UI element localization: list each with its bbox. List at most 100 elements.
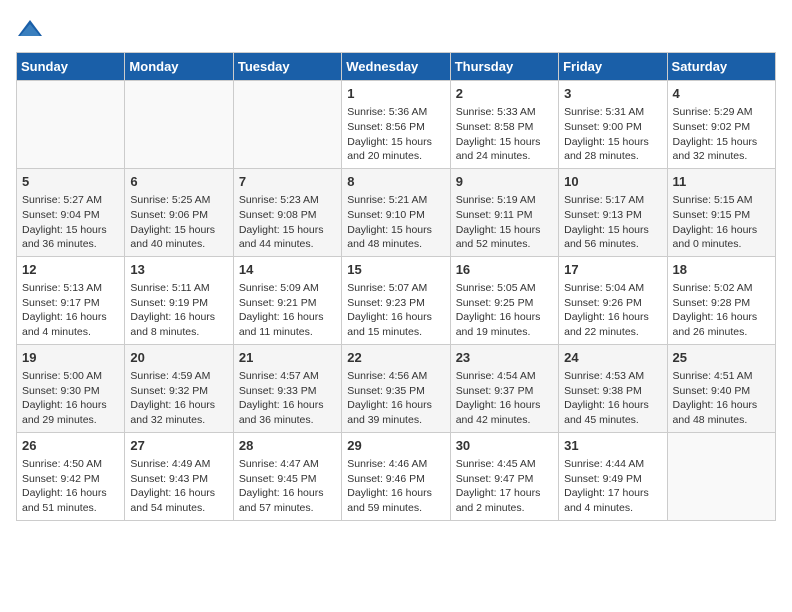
calendar-cell: 24 Sunrise: 4:53 AM Sunset: 9:38 PM Dayli… [559, 344, 667, 432]
calendar-cell: 13 Sunrise: 5:11 AM Sunset: 9:19 PM Dayli… [125, 256, 233, 344]
day-info: Sunrise: 5:04 AM Sunset: 9:26 PM Dayligh… [564, 281, 661, 340]
day-number: 16 [456, 261, 553, 279]
day-number: 18 [673, 261, 770, 279]
header-cell-tuesday: Tuesday [233, 53, 341, 81]
day-info: Sunrise: 4:50 AM Sunset: 9:42 PM Dayligh… [22, 457, 119, 516]
calendar-table: SundayMondayTuesdayWednesdayThursdayFrid… [16, 52, 776, 521]
calendar-cell: 10 Sunrise: 5:17 AM Sunset: 9:13 PM Dayli… [559, 168, 667, 256]
day-info: Sunrise: 5:09 AM Sunset: 9:21 PM Dayligh… [239, 281, 336, 340]
day-info: Sunrise: 5:21 AM Sunset: 9:10 PM Dayligh… [347, 193, 444, 252]
day-number: 22 [347, 349, 444, 367]
day-number: 9 [456, 173, 553, 191]
logo [16, 16, 48, 44]
day-number: 12 [22, 261, 119, 279]
day-info: Sunrise: 4:59 AM Sunset: 9:32 PM Dayligh… [130, 369, 227, 428]
week-row-3: 19 Sunrise: 5:00 AM Sunset: 9:30 PM Dayli… [17, 344, 776, 432]
day-info: Sunrise: 4:45 AM Sunset: 9:47 PM Dayligh… [456, 457, 553, 516]
calendar-cell: 23 Sunrise: 4:54 AM Sunset: 9:37 PM Dayli… [450, 344, 558, 432]
day-number: 8 [347, 173, 444, 191]
day-number: 24 [564, 349, 661, 367]
calendar-cell: 14 Sunrise: 5:09 AM Sunset: 9:21 PM Dayli… [233, 256, 341, 344]
day-number: 3 [564, 85, 661, 103]
day-info: Sunrise: 4:56 AM Sunset: 9:35 PM Dayligh… [347, 369, 444, 428]
day-info: Sunrise: 5:17 AM Sunset: 9:13 PM Dayligh… [564, 193, 661, 252]
day-info: Sunrise: 5:31 AM Sunset: 9:00 PM Dayligh… [564, 105, 661, 164]
calendar-cell: 25Sunrise: 4:51 AM Sunset: 9:40 PM Dayli… [667, 344, 775, 432]
calendar-cell: 30 Sunrise: 4:45 AM Sunset: 9:47 PM Dayli… [450, 432, 558, 520]
calendar-cell: 29Sunrise: 4:46 AM Sunset: 9:46 PM Dayli… [342, 432, 450, 520]
header-cell-sunday: Sunday [17, 53, 125, 81]
day-info: Sunrise: 5:07 AM Sunset: 9:23 PM Dayligh… [347, 281, 444, 340]
calendar-cell: 7Sunrise: 5:23 AM Sunset: 9:08 PM Daylig… [233, 168, 341, 256]
calendar-cell: 2Sunrise: 5:33 AM Sunset: 8:58 PM Daylig… [450, 81, 558, 169]
calendar-cell: 27Sunrise: 4:49 AM Sunset: 9:43 PM Dayli… [125, 432, 233, 520]
calendar-cell: 12 Sunrise: 5:13 AM Sunset: 9:17 PM Dayli… [17, 256, 125, 344]
day-info: Sunrise: 5:02 AM Sunset: 9:28 PM Dayligh… [673, 281, 770, 340]
day-number: 19 [22, 349, 119, 367]
page-header [16, 16, 776, 44]
calendar-cell: 1 Sunrise: 5:36 AM Sunset: 8:56 PM Daylig… [342, 81, 450, 169]
day-info: Sunrise: 4:57 AM Sunset: 9:33 PM Dayligh… [239, 369, 336, 428]
day-info: Sunrise: 4:51 AM Sunset: 9:40 PM Dayligh… [673, 369, 770, 428]
calendar-header: SundayMondayTuesdayWednesdayThursdayFrid… [17, 53, 776, 81]
day-number: 20 [130, 349, 227, 367]
header-row: SundayMondayTuesdayWednesdayThursdayFrid… [17, 53, 776, 81]
calendar-cell: 15 Sunrise: 5:07 AM Sunset: 9:23 PM Dayli… [342, 256, 450, 344]
day-number: 11 [673, 173, 770, 191]
calendar-cell: 9 Sunrise: 5:19 AM Sunset: 9:11 PM Daylig… [450, 168, 558, 256]
day-number: 4 [673, 85, 770, 103]
calendar-cell: 4 Sunrise: 5:29 AM Sunset: 9:02 PM Daylig… [667, 81, 775, 169]
day-number: 14 [239, 261, 336, 279]
calendar-cell: 28 Sunrise: 4:47 AM Sunset: 9:45 PM Dayli… [233, 432, 341, 520]
day-number: 6 [130, 173, 227, 191]
logo-icon [16, 16, 44, 44]
day-info: Sunrise: 5:27 AM Sunset: 9:04 PM Dayligh… [22, 193, 119, 252]
calendar-cell [667, 432, 775, 520]
week-row-0: 1 Sunrise: 5:36 AM Sunset: 8:56 PM Daylig… [17, 81, 776, 169]
week-row-1: 5Sunrise: 5:27 AM Sunset: 9:04 PM Daylig… [17, 168, 776, 256]
day-info: Sunrise: 5:19 AM Sunset: 9:11 PM Dayligh… [456, 193, 553, 252]
calendar-cell: 8 Sunrise: 5:21 AM Sunset: 9:10 PM Daylig… [342, 168, 450, 256]
calendar-cell: 17Sunrise: 5:04 AM Sunset: 9:26 PM Dayli… [559, 256, 667, 344]
day-info: Sunrise: 4:46 AM Sunset: 9:46 PM Dayligh… [347, 457, 444, 516]
day-info: Sunrise: 5:05 AM Sunset: 9:25 PM Dayligh… [456, 281, 553, 340]
day-number: 23 [456, 349, 553, 367]
day-number: 31 [564, 437, 661, 455]
day-info: Sunrise: 5:00 AM Sunset: 9:30 PM Dayligh… [22, 369, 119, 428]
day-info: Sunrise: 5:11 AM Sunset: 9:19 PM Dayligh… [130, 281, 227, 340]
week-row-2: 12 Sunrise: 5:13 AM Sunset: 9:17 PM Dayli… [17, 256, 776, 344]
calendar-cell [17, 81, 125, 169]
calendar-cell: 5Sunrise: 5:27 AM Sunset: 9:04 PM Daylig… [17, 168, 125, 256]
day-info: Sunrise: 4:49 AM Sunset: 9:43 PM Dayligh… [130, 457, 227, 516]
day-info: Sunrise: 5:13 AM Sunset: 9:17 PM Dayligh… [22, 281, 119, 340]
day-number: 30 [456, 437, 553, 455]
calendar-cell: 20 Sunrise: 4:59 AM Sunset: 9:32 PM Dayli… [125, 344, 233, 432]
calendar-cell: 26 Sunrise: 4:50 AM Sunset: 9:42 PM Dayli… [17, 432, 125, 520]
day-info: Sunrise: 4:54 AM Sunset: 9:37 PM Dayligh… [456, 369, 553, 428]
day-info: Sunrise: 4:44 AM Sunset: 9:49 PM Dayligh… [564, 457, 661, 516]
day-number: 21 [239, 349, 336, 367]
calendar-body: 1 Sunrise: 5:36 AM Sunset: 8:56 PM Daylig… [17, 81, 776, 521]
day-number: 26 [22, 437, 119, 455]
header-cell-friday: Friday [559, 53, 667, 81]
calendar-cell: 11 Sunrise: 5:15 AM Sunset: 9:15 PM Dayli… [667, 168, 775, 256]
calendar-cell: 3 Sunrise: 5:31 AM Sunset: 9:00 PM Daylig… [559, 81, 667, 169]
day-number: 1 [347, 85, 444, 103]
calendar-cell: 16 Sunrise: 5:05 AM Sunset: 9:25 PM Dayli… [450, 256, 558, 344]
day-info: Sunrise: 5:36 AM Sunset: 8:56 PM Dayligh… [347, 105, 444, 164]
day-number: 28 [239, 437, 336, 455]
header-cell-monday: Monday [125, 53, 233, 81]
calendar-cell: 31 Sunrise: 4:44 AM Sunset: 9:49 PM Dayli… [559, 432, 667, 520]
day-info: Sunrise: 4:47 AM Sunset: 9:45 PM Dayligh… [239, 457, 336, 516]
day-info: Sunrise: 5:33 AM Sunset: 8:58 PM Dayligh… [456, 105, 553, 164]
day-number: 15 [347, 261, 444, 279]
day-info: Sunrise: 5:29 AM Sunset: 9:02 PM Dayligh… [673, 105, 770, 164]
day-info: Sunrise: 5:25 AM Sunset: 9:06 PM Dayligh… [130, 193, 227, 252]
day-number: 13 [130, 261, 227, 279]
calendar-cell: 22 Sunrise: 4:56 AM Sunset: 9:35 PM Dayli… [342, 344, 450, 432]
day-number: 10 [564, 173, 661, 191]
header-cell-wednesday: Wednesday [342, 53, 450, 81]
day-info: Sunrise: 4:53 AM Sunset: 9:38 PM Dayligh… [564, 369, 661, 428]
day-info: Sunrise: 5:15 AM Sunset: 9:15 PM Dayligh… [673, 193, 770, 252]
calendar-cell: 18 Sunrise: 5:02 AM Sunset: 9:28 PM Dayli… [667, 256, 775, 344]
